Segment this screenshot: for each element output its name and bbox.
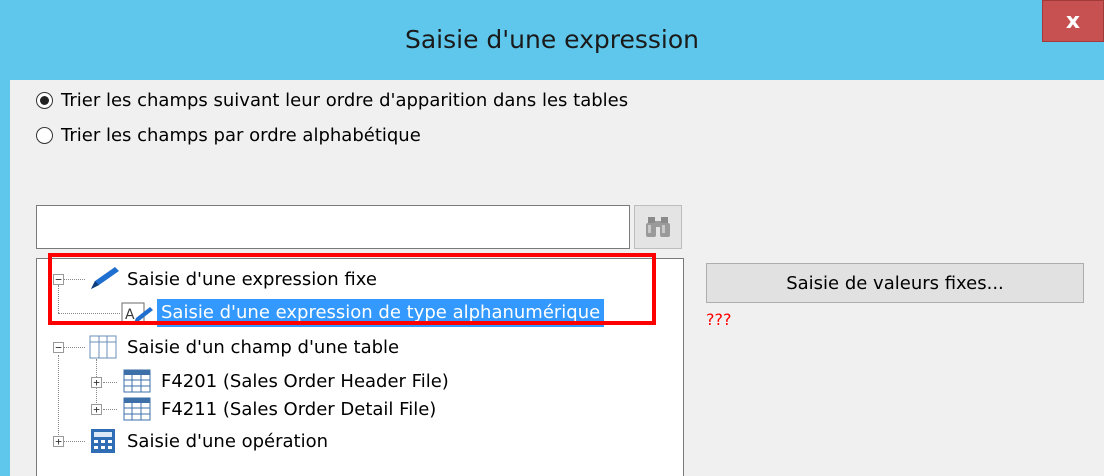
table-grid-icon (123, 369, 151, 393)
expand-toggle[interactable]: + (91, 404, 102, 415)
tree-connector (58, 285, 59, 313)
collapse-toggle[interactable]: − (53, 342, 64, 353)
calculator-icon (91, 429, 115, 453)
sort-alphabetical-label: Trier les champs par ordre alphabétique (61, 124, 421, 146)
annotation-question-marks: ??? (706, 310, 732, 329)
tree-node-table-field[interactable]: Saisie d'un champ d'une table (87, 333, 399, 361)
alpha-edit-icon: A (121, 302, 153, 325)
binoculars-icon (646, 217, 670, 237)
tree-node-label: F4201 (Sales Order Header File) (161, 370, 449, 392)
tree-connector (103, 409, 117, 410)
title-bar: Saisie d'une expression x (0, 0, 1104, 80)
field-search-input[interactable] (36, 205, 630, 249)
radio-button-checked[interactable] (36, 91, 53, 109)
pencil-icon (91, 267, 119, 289)
tree-node-label: Saisie d'une opération (127, 430, 329, 452)
tree-node-fixed-expression[interactable]: Saisie d'une expression fixe (87, 265, 377, 293)
dialog-title: Saisie d'une expression (404, 25, 700, 54)
expand-toggle[interactable]: + (91, 377, 102, 388)
sort-alphabetical-option[interactable]: Trier les champs par ordre alphabétique (36, 122, 421, 148)
tree-connector (58, 355, 59, 435)
tree-node-label: Saisie d'une expression fixe (127, 268, 377, 290)
tree-connector (63, 347, 85, 348)
radio-button-unchecked[interactable] (36, 126, 53, 144)
collapse-toggle[interactable]: − (53, 274, 64, 285)
tree-connector (58, 313, 120, 314)
tree-connector (63, 441, 85, 442)
tree-node-alphanumeric-expression[interactable]: A Saisie d'une expression de type alphan… (121, 299, 605, 327)
tree-node-label: F4211 (Sales Order Detail File) (161, 398, 437, 420)
table-grid-icon (123, 397, 151, 421)
tree-node-f4211[interactable]: F4211 (Sales Order Detail File) (121, 395, 436, 423)
close-button[interactable]: x (1042, 0, 1104, 42)
tree-node-operation[interactable]: Saisie d'une opération (87, 427, 328, 455)
close-icon: x (1065, 8, 1081, 34)
svg-text:A: A (125, 307, 135, 323)
tree-connector (63, 279, 85, 280)
tree-connector (103, 382, 117, 383)
sort-by-table-order-label: Trier les champs suivant leur ordre d'ap… (61, 89, 629, 111)
tree-node-label-selected: Saisie d'une expression de type alphanum… (157, 299, 605, 327)
tree-node-f4201[interactable]: F4201 (Sales Order Header File) (121, 367, 449, 395)
fixed-values-button[interactable]: Saisie de valeurs fixes... (706, 263, 1084, 303)
expand-toggle[interactable]: + (53, 436, 64, 447)
tree-node-label: Saisie d'un champ d'une table (127, 336, 400, 358)
expression-tree[interactable]: − Saisie d'une expression fixe A Saisie … (36, 258, 684, 476)
sort-by-table-order-option[interactable]: Trier les champs suivant leur ordre d'ap… (36, 87, 628, 113)
search-button[interactable] (634, 205, 682, 249)
table-columns-icon (89, 335, 117, 359)
